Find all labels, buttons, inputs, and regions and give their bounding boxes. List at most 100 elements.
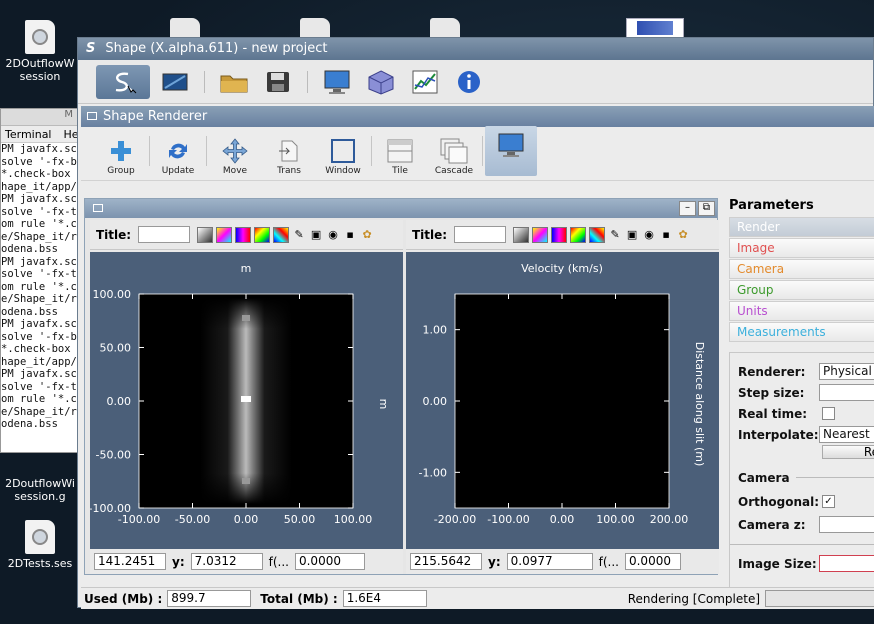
coordinate-bar: 141.2451 y: 7.0312 f(... 0.0000 — [90, 549, 403, 574]
magenta-colormap-icon[interactable] — [235, 226, 252, 243]
pv-plot-area[interactable]: Velocity (km/s) Distance along slit (m) … — [406, 252, 719, 549]
eye-icon[interactable]: ◉ — [642, 228, 656, 242]
info-button[interactable] — [450, 65, 488, 99]
tab-group[interactable]: Group — [729, 280, 874, 300]
desktop-icon-tests[interactable]: 2DTests.ses — [0, 520, 80, 570]
title-input[interactable] — [454, 226, 507, 243]
display-module-button[interactable] — [156, 65, 194, 99]
f-label: f(... — [598, 554, 619, 569]
image-export-icon[interactable]: ▣ — [625, 228, 639, 242]
image-size-input[interactable] — [818, 555, 874, 572]
renderer-select[interactable]: Physical — [818, 363, 874, 380]
title-input[interactable] — [138, 226, 191, 243]
desktop-file-icon[interactable] — [300, 18, 330, 38]
window-titlebar[interactable]: S Shape (X.alpha.611) - new project — [78, 38, 873, 60]
tab-units[interactable]: Units — [729, 301, 874, 321]
grayscale-colormap-icon[interactable] — [513, 226, 530, 243]
pastel-colormap-icon[interactable] — [216, 226, 233, 243]
renderer-titlebar[interactable]: Shape Renderer — [81, 106, 874, 127]
palette-icon[interactable]: ✿ — [676, 228, 690, 242]
cascade-button[interactable]: Cascade — [428, 136, 480, 176]
desktop-file-icon[interactable] — [170, 18, 200, 38]
reset-button[interactable]: Re — [822, 445, 874, 459]
x-coordinate-field[interactable]: 141.2451 — [94, 553, 166, 570]
desktop-image-icon[interactable] — [626, 18, 684, 38]
f-value-field[interactable]: 0.0000 — [294, 553, 365, 570]
trans-button[interactable]: Trans — [263, 136, 315, 176]
eye-icon[interactable]: ◉ — [326, 228, 340, 242]
pastel-colormap-icon[interactable] — [532, 226, 549, 243]
orthogonal-checkbox[interactable]: ✓ — [822, 495, 835, 508]
grayscale-colormap-icon[interactable] — [197, 226, 214, 243]
trans-label: Trans — [277, 166, 301, 176]
palette-icon[interactable]: ✿ — [360, 228, 374, 242]
parameters-panel: Parameters Render Image Camera Group Units Me… — [727, 198, 874, 588]
restore-button[interactable]: ⧉ — [698, 201, 715, 216]
render-module-button[interactable] — [318, 65, 356, 99]
tab-render[interactable]: Render — [729, 217, 874, 237]
toolbar-divider — [206, 136, 207, 166]
x-coordinate-field[interactable]: 215.5642 — [410, 553, 482, 570]
magenta-colormap-icon[interactable] — [551, 226, 568, 243]
y-coordinate-field[interactable]: 0.0977 — [506, 553, 593, 570]
parameters-header: Parameters — [729, 198, 814, 213]
f-value-field[interactable]: 0.0000 — [624, 553, 681, 570]
pen-icon[interactable]: ✎ — [292, 228, 306, 242]
image-export-icon[interactable]: ▣ — [309, 228, 323, 242]
floppy-disk-icon — [267, 71, 289, 92]
y-tick-label: 50.00 — [100, 342, 132, 355]
heat-colormap-icon[interactable] — [589, 226, 606, 243]
camera-z-input[interactable] — [818, 516, 874, 533]
plus-icon — [111, 141, 131, 161]
real-time-label: Real time: — [738, 406, 808, 421]
heat-colormap-icon[interactable] — [273, 226, 290, 243]
move-button[interactable]: Move — [209, 136, 261, 176]
session-file-icon — [25, 520, 55, 554]
shape-module-button[interactable] — [96, 64, 150, 99]
desktop-icon-session1[interactable]: 2DOutflowW session — [0, 20, 80, 83]
terminal-output: PM javafx.sc solve '-fx-b *.check-box ha… — [1, 143, 77, 430]
open-button[interactable] — [215, 65, 253, 99]
terminal-window[interactable]: M Terminal He PM javafx.sc solve '-fx-b *… — [0, 108, 80, 453]
rainbow-colormap-icon[interactable] — [570, 226, 587, 243]
render-view-titlebar[interactable]: – ⧉ — [85, 199, 717, 218]
interpolate-label: Interpolate: — [738, 427, 819, 442]
desktop-file-icon[interactable] — [430, 18, 460, 38]
display-toggle-button[interactable] — [485, 126, 537, 176]
tile-button[interactable]: Tile — [374, 136, 426, 176]
panel-toolbar: Title: ✎ ▣ ◉ ▪ ✿ — [406, 220, 719, 250]
plot-y-label: m — [377, 399, 390, 410]
real-time-checkbox[interactable] — [822, 407, 835, 420]
plot-module-button[interactable] — [406, 65, 444, 99]
image-plot-area[interactable]: m m -100.00 -50.00 0.00 50.00 100.00 100.00 50… — [90, 252, 403, 549]
monitor-icon — [324, 70, 350, 94]
group-button[interactable]: Group — [95, 136, 147, 176]
y-coordinate-field[interactable]: 7.0312 — [190, 553, 263, 570]
tab-image[interactable]: Image — [729, 238, 874, 258]
x-tick-label: 100.00 — [334, 513, 373, 526]
desktop-icon-label: 2DOutflowW session — [5, 57, 75, 83]
step-size-input[interactable] — [818, 384, 874, 401]
tab-camera[interactable]: Camera — [729, 259, 874, 279]
tab-measurements[interactable]: Measurements — [729, 322, 874, 342]
window-button[interactable]: Window — [317, 136, 369, 176]
interpolate-select[interactable]: Nearest — [818, 426, 874, 443]
save-button[interactable] — [259, 65, 297, 99]
menu-terminal[interactable]: Terminal — [5, 128, 52, 141]
toolbar-divider — [204, 70, 205, 93]
tile-label: Tile — [392, 166, 408, 176]
f-label: f(... — [268, 554, 289, 569]
x-tick-label: 200.00 — [650, 513, 689, 526]
minimize-button[interactable]: – — [679, 201, 696, 216]
rainbow-colormap-icon[interactable] — [254, 226, 271, 243]
save-icon[interactable]: ▪ — [659, 228, 673, 242]
terminal-titlebar[interactable]: M — [1, 109, 79, 126]
pen-icon[interactable]: ✎ — [608, 228, 622, 242]
update-button[interactable]: Update — [152, 136, 204, 176]
mesh-module-button[interactable] — [362, 65, 400, 99]
image-plot-svg: m m -100.00 -50.00 0.00 50.00 100.00 100.00 50… — [90, 262, 390, 526]
used-memory-label: Used (Mb) : — [84, 591, 163, 606]
refresh-icon — [169, 143, 187, 159]
save-icon[interactable]: ▪ — [343, 228, 357, 242]
y-label: y: — [172, 554, 185, 569]
